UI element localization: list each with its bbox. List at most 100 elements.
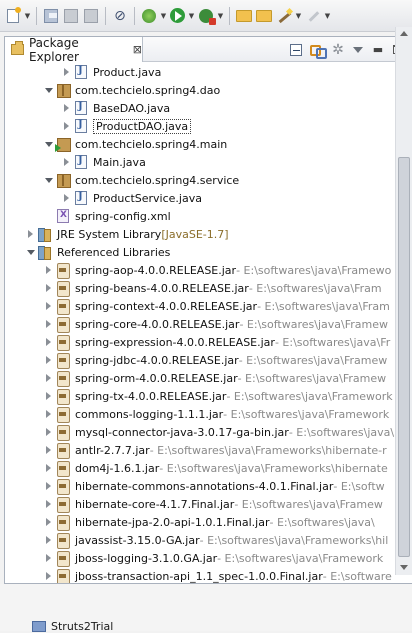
tree-row[interactable]: ProductDAO.java bbox=[5, 117, 396, 135]
collapsed-arrow-icon[interactable] bbox=[43, 495, 55, 513]
open-resource-icon[interactable] bbox=[256, 9, 272, 22]
tree-row[interactable]: spring-expression-4.0.0.RELEASE.jar - E:… bbox=[5, 333, 396, 351]
tree-row[interactable]: javassist-3.15.0-GA.jar - E:\softwares\j… bbox=[5, 531, 396, 549]
tab-package-explorer[interactable]: Package Explorer ⊠ bbox=[5, 36, 143, 64]
tree-row[interactable]: JRE System Library [JavaSE-1.7] bbox=[5, 225, 396, 243]
collapsed-arrow-icon[interactable] bbox=[61, 63, 73, 81]
tree-row[interactable]: com.techcielo.spring4.service bbox=[5, 171, 396, 189]
tree-row[interactable]: Product.java bbox=[5, 63, 396, 81]
package-explorer-icon bbox=[11, 41, 24, 55]
wand-icon[interactable] bbox=[276, 8, 292, 24]
expanded-arrow-icon[interactable] bbox=[43, 171, 55, 189]
scroll-down-icon[interactable] bbox=[396, 561, 412, 575]
jar-icon bbox=[55, 262, 71, 279]
external-tools-dropdown-icon[interactable]: ▼ bbox=[217, 12, 224, 20]
tree-row[interactable]: spring-tx-4.0.0.RELEASE.jar - E:\softwar… bbox=[5, 387, 396, 405]
run-icon[interactable] bbox=[170, 8, 185, 23]
collapsed-arrow-icon[interactable] bbox=[43, 531, 55, 549]
debug-icon[interactable] bbox=[142, 8, 156, 23]
collapsed-arrow-icon[interactable] bbox=[43, 369, 55, 387]
tree-row[interactable]: spring-beans-4.0.0.RELEASE.jar - E:\soft… bbox=[5, 279, 396, 297]
collapsed-arrow-icon[interactable] bbox=[43, 513, 55, 531]
tree-row-location: - E:\softwares\java\Fram bbox=[248, 281, 382, 295]
expanded-arrow-icon[interactable] bbox=[43, 135, 55, 153]
collapsed-arrow-icon[interactable] bbox=[43, 297, 55, 315]
pencil-dropdown-icon[interactable]: ▼ bbox=[324, 12, 331, 20]
link-with-editor-icon[interactable] bbox=[309, 42, 327, 59]
tree-row[interactable]: commons-logging-1.1.1.jar - E:\softwares… bbox=[5, 405, 396, 423]
vertical-scrollbar[interactable] bbox=[395, 27, 412, 575]
external-tools-icon[interactable] bbox=[199, 8, 216, 25]
pencil-icon[interactable] bbox=[305, 8, 321, 24]
print-icon[interactable] bbox=[84, 8, 98, 23]
collapsed-arrow-icon[interactable] bbox=[43, 351, 55, 369]
tree-row[interactable]: com.techcielo.spring4.dao bbox=[5, 81, 396, 99]
scroll-up-icon[interactable] bbox=[396, 27, 412, 41]
save-icon[interactable] bbox=[44, 8, 58, 23]
collapsed-arrow-icon[interactable] bbox=[43, 549, 55, 567]
collapsed-arrow-icon[interactable] bbox=[43, 261, 55, 279]
gear-icon[interactable]: ✲ bbox=[330, 42, 346, 58]
collapsed-arrow-icon[interactable] bbox=[43, 333, 55, 351]
scrollbar-thumb[interactable] bbox=[398, 157, 410, 557]
jar-icon bbox=[55, 424, 71, 441]
minimize-icon[interactable]: ▬ bbox=[370, 42, 386, 58]
collapsed-arrow-icon[interactable] bbox=[43, 279, 55, 297]
tree-row[interactable]: hibernate-jpa-2.0-api-1.0.1.Final.jar - … bbox=[5, 513, 396, 531]
package-icon bbox=[55, 82, 71, 98]
tree-row[interactable]: spring-jdbc-4.0.0.RELEASE.jar - E:\softw… bbox=[5, 351, 396, 369]
collapsed-arrow-icon[interactable] bbox=[25, 225, 37, 243]
collapsed-arrow-icon[interactable] bbox=[61, 117, 73, 135]
collapsed-arrow-icon[interactable] bbox=[43, 387, 55, 405]
tree-row[interactable]: jboss-logging-3.1.0.GA.jar - E:\software… bbox=[5, 549, 396, 567]
save-all-icon[interactable] bbox=[64, 8, 78, 23]
close-icon[interactable]: ⊠ bbox=[133, 43, 142, 56]
new-icon[interactable] bbox=[7, 6, 21, 23]
skip-breakpoints-icon[interactable]: ⊘ bbox=[113, 9, 127, 23]
tree-row[interactable]: antlr-2.7.7.jar - E:\softwares\java\Fram… bbox=[5, 441, 396, 459]
jar-icon bbox=[55, 370, 71, 387]
tree-row[interactable]: Referenced Libraries bbox=[5, 243, 396, 261]
collapsed-arrow-icon[interactable] bbox=[43, 405, 55, 423]
collapsed-arrow-icon[interactable] bbox=[43, 567, 55, 583]
tree-row[interactable]: spring-config.xml bbox=[5, 207, 396, 225]
tree-row[interactable]: dom4j-1.6.1.jar - E:\softwares\java\Fram… bbox=[5, 459, 396, 477]
new-dropdown-icon[interactable]: ▼ bbox=[24, 12, 31, 20]
tree-row[interactable]: ProductService.java bbox=[5, 189, 396, 207]
tree-row[interactable]: spring-aop-4.0.0.RELEASE.jar - E:\softwa… bbox=[5, 261, 396, 279]
view-menu-icon[interactable] bbox=[353, 46, 363, 53]
collapsed-arrow-icon[interactable] bbox=[61, 153, 73, 171]
toolbar-separator bbox=[134, 6, 135, 25]
expanded-arrow-icon[interactable] bbox=[25, 243, 37, 261]
collapsed-arrow-icon[interactable] bbox=[43, 441, 55, 459]
jar-icon bbox=[55, 550, 71, 567]
tree-row[interactable]: jboss-transaction-api_1.1_spec-1.0.0.Fin… bbox=[5, 567, 396, 583]
collapsed-arrow-icon[interactable] bbox=[43, 477, 55, 495]
project-row-struts2trial[interactable]: Struts2Trial bbox=[32, 620, 113, 633]
collapsed-arrow-icon[interactable] bbox=[43, 315, 55, 333]
run-dropdown-icon[interactable]: ▼ bbox=[188, 12, 195, 20]
tree-row[interactable]: BaseDAO.java bbox=[5, 99, 396, 117]
tree-row[interactable]: spring-orm-4.0.0.RELEASE.jar - E:\softwa… bbox=[5, 369, 396, 387]
collapse-all-icon[interactable] bbox=[290, 43, 302, 56]
tree-row[interactable]: mysql-connector-java-3.0.17-ga-bin.jar -… bbox=[5, 423, 396, 441]
tree-row[interactable]: com.techcielo.spring4.main bbox=[5, 135, 396, 153]
collapsed-arrow-icon[interactable] bbox=[43, 459, 55, 477]
tree-row-location: - E:\softwares\java\Framew bbox=[237, 371, 387, 385]
tree-row-location: - E:\softwares\java\Frameworks\hibernate… bbox=[149, 443, 387, 457]
open-type-icon[interactable] bbox=[236, 9, 252, 22]
expanded-arrow-icon[interactable] bbox=[43, 81, 55, 99]
debug-dropdown-icon[interactable]: ▼ bbox=[160, 12, 167, 20]
tree-row-location: [JavaSE-1.7] bbox=[161, 227, 229, 241]
tree-row[interactable]: hibernate-commons-annotations-4.0.1.Fina… bbox=[5, 477, 396, 495]
tree-row[interactable]: Main.java bbox=[5, 153, 396, 171]
wand-dropdown-icon[interactable]: ▼ bbox=[295, 12, 302, 20]
collapsed-arrow-icon[interactable] bbox=[61, 189, 73, 207]
tree-row[interactable]: spring-core-4.0.0.RELEASE.jar - E:\softw… bbox=[5, 315, 396, 333]
collapsed-arrow-icon[interactable] bbox=[43, 423, 55, 441]
collapsed-arrow-icon[interactable] bbox=[61, 99, 73, 117]
tree-row[interactable]: spring-context-4.0.0.RELEASE.jar - E:\so… bbox=[5, 297, 396, 315]
java-file-icon bbox=[75, 155, 87, 169]
tree-row[interactable]: hibernate-core-4.1.7.Final.jar - E:\soft… bbox=[5, 495, 396, 513]
